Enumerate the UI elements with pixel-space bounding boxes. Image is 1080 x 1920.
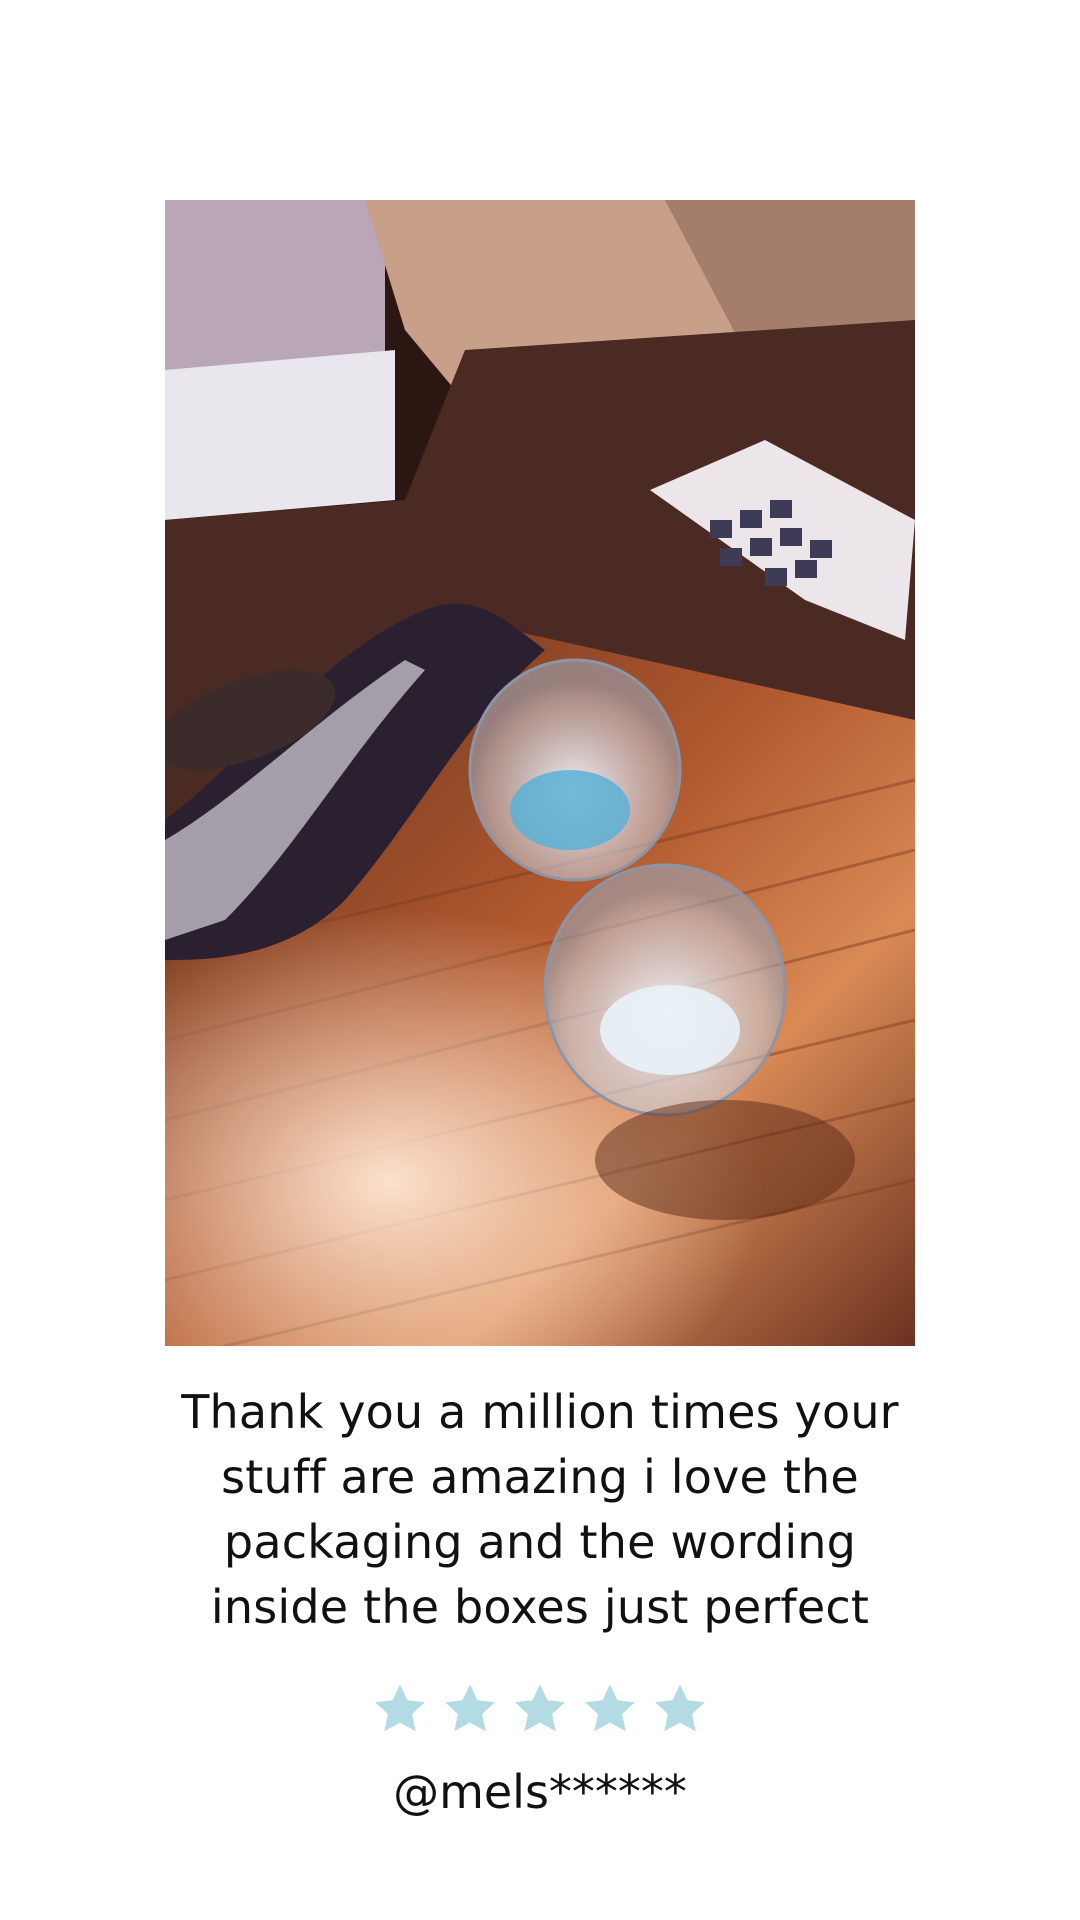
review-text: Thank you a million times your stuff are… [181, 1385, 899, 1634]
star-rating [0, 1680, 1080, 1738]
reviewer-handle: @mels****** [393, 1765, 687, 1819]
star-icon [445, 1684, 495, 1732]
review-photo [165, 200, 915, 1346]
star-icon [515, 1684, 565, 1732]
star-icon [375, 1684, 425, 1732]
star-icon [655, 1684, 705, 1732]
star-icon [585, 1684, 635, 1732]
